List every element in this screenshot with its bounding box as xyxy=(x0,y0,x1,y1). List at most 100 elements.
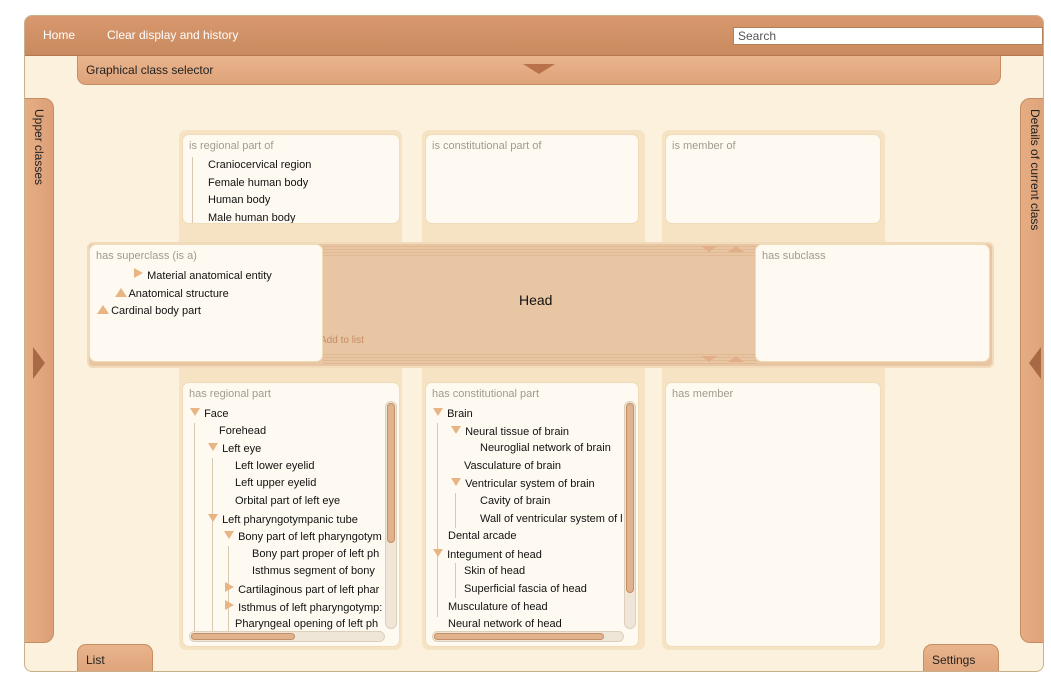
tree-node[interactable]: Anatomical structure xyxy=(96,285,272,303)
tree-node-label: Integument of head xyxy=(447,548,542,561)
tree-node-label: Left upper eyelid xyxy=(235,477,317,490)
current-class-name: Head xyxy=(519,292,553,308)
is-member-of-panel: is member of xyxy=(665,134,881,224)
collapse-down-icon[interactable] xyxy=(207,441,219,453)
tree-node-label: Ventricular system of brain xyxy=(465,478,595,491)
expand-up-icon[interactable] xyxy=(728,356,744,362)
horizontal-scrollbar[interactable] xyxy=(189,631,385,642)
tree-node-label: Forehead xyxy=(219,424,267,437)
panel-title: has member xyxy=(672,388,734,400)
expand-right-icon[interactable] xyxy=(132,268,144,280)
tree-node[interactable]: Cardinal body part xyxy=(96,302,272,320)
expand-right-icon[interactable] xyxy=(223,599,235,612)
tree-node-label: Wall of ventricular system of l xyxy=(480,512,623,525)
tree-node[interactable]: Cavity of brain xyxy=(432,493,624,511)
details-label: Details of current class xyxy=(1028,109,1042,231)
tree-node[interactable]: Brain xyxy=(432,405,624,423)
collapse-down-icon[interactable] xyxy=(450,424,462,436)
collapse-down-icon[interactable] xyxy=(189,406,201,418)
tree-node-label: Neural network of head xyxy=(448,618,562,631)
tree-node-label: Bony part of left pharyngotym xyxy=(238,531,382,544)
tree-node[interactable]: Neuroglial network of brain xyxy=(432,440,624,458)
upper-classes-tab[interactable]: Upper classes xyxy=(25,98,54,643)
tree-node-label: Cavity of brain xyxy=(480,494,551,507)
collapse-down-icon[interactable] xyxy=(701,246,717,252)
expand-up-icon[interactable] xyxy=(96,303,109,315)
tree-node[interactable]: Left lower eyelid xyxy=(189,458,385,476)
expand-down-icon[interactable] xyxy=(523,64,555,74)
tree-node[interactable]: Ventricular system of brain xyxy=(432,475,624,493)
list-item[interactable]: Craniocervical region xyxy=(208,157,311,175)
tree-node[interactable]: Dental arcade xyxy=(432,528,624,546)
collapse-down-icon[interactable] xyxy=(207,512,219,524)
scrollbar-thumb[interactable] xyxy=(387,403,395,543)
ontology-browser-window: Home Clear display and history Graphical… xyxy=(24,15,1044,672)
tree-node[interactable]: Face xyxy=(189,405,385,423)
tree-node-label: Anatomical structure xyxy=(128,287,229,300)
home-link[interactable]: Home xyxy=(43,28,75,42)
expand-up-icon[interactable] xyxy=(114,286,127,298)
tree-node[interactable]: Bony part proper of left ph xyxy=(189,546,385,564)
tree-node[interactable]: Material anatomical entity xyxy=(96,267,272,285)
panel-title: has constitutional part xyxy=(432,388,540,400)
tree-node[interactable]: Left eye xyxy=(189,440,385,458)
tree-node[interactable]: Integument of head xyxy=(432,546,624,564)
list-tab[interactable]: List xyxy=(77,644,153,671)
horizontal-scrollbar[interactable] xyxy=(432,631,624,642)
tree-node[interactable]: Bony part of left pharyngotym xyxy=(189,528,385,546)
tree-node-label: Cardinal body part xyxy=(111,305,201,318)
tree-node-label: Musculature of head xyxy=(448,600,548,613)
tree-node[interactable]: Orbital part of left eye xyxy=(189,493,385,511)
tree-node-label: Dental arcade xyxy=(448,530,517,543)
graphical-class-selector-bar[interactable]: Graphical class selector xyxy=(77,56,1001,85)
vertical-scrollbar[interactable] xyxy=(385,401,397,629)
has-regional-part-panel: has regional part Face Forehead Left eye… xyxy=(182,382,400,647)
settings-tab[interactable]: Settings xyxy=(923,644,999,671)
tree-node[interactable]: Musculature of head xyxy=(432,599,624,617)
tree-node[interactable]: Isthmus segment of bony xyxy=(189,563,385,581)
panel-title: has regional part xyxy=(189,388,271,400)
search-input[interactable] xyxy=(733,27,1043,45)
tree-node[interactable]: Vasculature of brain xyxy=(432,458,624,476)
tree-node[interactable]: Neural tissue of brain xyxy=(432,423,624,441)
has-member-panel: has member xyxy=(665,382,881,647)
collapse-down-icon[interactable] xyxy=(432,406,444,418)
add-to-list-link[interactable]: Add to list xyxy=(320,335,364,346)
tree-node[interactable]: Left upper eyelid xyxy=(189,475,385,493)
expand-up-icon[interactable] xyxy=(728,246,744,252)
expand-right-icon[interactable] xyxy=(223,581,235,594)
collapse-down-icon[interactable] xyxy=(432,547,444,559)
scrollbar-thumb[interactable] xyxy=(434,633,604,640)
tree-node-label: Vasculature of brain xyxy=(464,459,562,472)
tree-node[interactable]: Wall of ventricular system of l xyxy=(432,511,624,529)
vertical-scrollbar[interactable] xyxy=(624,401,636,629)
scrollbar-thumb[interactable] xyxy=(626,403,634,593)
expand-right-icon[interactable] xyxy=(33,347,45,379)
tree-node-label: Cartilaginous part of left phar xyxy=(238,583,380,596)
list-item[interactable]: Human body xyxy=(208,192,311,210)
collapse-down-icon[interactable] xyxy=(701,356,717,362)
has-superclass-panel: has superclass (is a) Material anatomica… xyxy=(89,244,323,362)
scrollbar-thumb[interactable] xyxy=(191,633,295,640)
settings-tab-label: Settings xyxy=(932,653,976,667)
tree-node[interactable]: Isthmus of left pharyngotymp: xyxy=(189,599,385,617)
tree-node[interactable]: Skin of head xyxy=(432,563,624,581)
list-item[interactable]: Male human body xyxy=(208,210,311,223)
tree-node-label: Brain xyxy=(447,408,473,420)
panel-title: has superclass (is a) xyxy=(96,250,197,262)
panel-title: is constitutional part of xyxy=(432,140,542,152)
clear-display-link[interactable]: Clear display and history xyxy=(107,28,238,42)
list-item[interactable]: Female human body xyxy=(208,175,311,193)
collapse-down-icon[interactable] xyxy=(450,476,462,488)
tree-node[interactable]: Superficial fascia of head xyxy=(432,581,624,599)
has-subclass-panel: has subclass xyxy=(755,244,990,362)
tree-node[interactable]: Cartilaginous part of left phar xyxy=(189,581,385,599)
tree-node[interactable]: Forehead xyxy=(189,423,385,441)
tree-node-label: Superficial fascia of head xyxy=(464,582,587,595)
collapse-down-icon[interactable] xyxy=(223,529,235,541)
details-tab[interactable]: Details of current class xyxy=(1020,98,1043,643)
tree-node-label: Bony part proper of left ph xyxy=(252,547,380,560)
tree-node-label: Isthmus segment of bony xyxy=(252,565,375,578)
tree-node[interactable]: Left pharyngotympanic tube xyxy=(189,511,385,529)
expand-left-icon[interactable] xyxy=(1029,347,1041,379)
